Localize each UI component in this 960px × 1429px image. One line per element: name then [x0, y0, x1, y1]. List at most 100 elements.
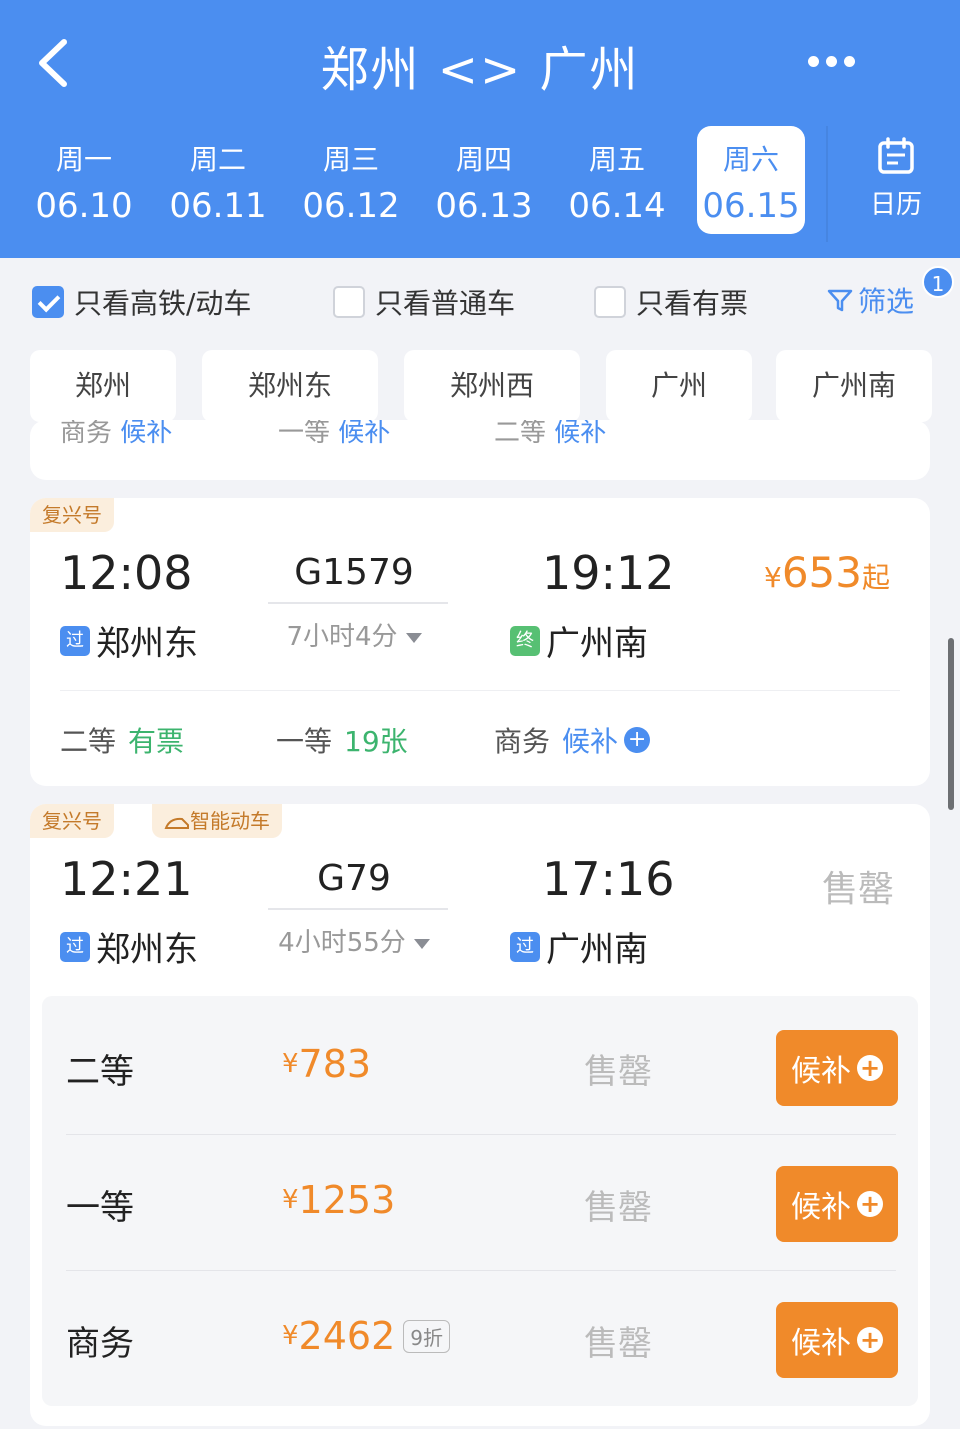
filter-count-badge: 1: [922, 266, 954, 298]
plus-icon: +: [624, 727, 651, 753]
waitlist-button[interactable]: 候补 +: [776, 1302, 898, 1378]
normal-only-checkbox[interactable]: 只看普通车: [333, 282, 515, 322]
duration-text: 4小时55分: [278, 928, 406, 958]
station-chip-zhengzhouxi[interactable]: 郑州西: [404, 350, 580, 422]
seat-class-label: 商务: [66, 1324, 134, 1364]
funnel-icon: [827, 289, 853, 312]
seat-second-class: 二等 有票: [60, 725, 185, 758]
depart-station: 过 郑州东: [60, 616, 198, 665]
screen-button[interactable]: 筛选: [826, 280, 914, 320]
checkbox-label: 只看高铁/动车: [74, 287, 252, 320]
date-strip: 周一 06.10 周二 06.11 周三 06.12 周四 06.13 周五 0…: [0, 126, 960, 242]
more-button[interactable]: [808, 52, 868, 72]
duration-text: 7小时4分: [286, 622, 398, 652]
date-tab-0610[interactable]: 周一 06.10: [30, 126, 138, 234]
available-only-checkbox[interactable]: 只看有票: [594, 282, 748, 322]
checkbox-empty-icon: [594, 286, 626, 318]
station-chip-guangzhounan[interactable]: 广州南: [776, 350, 932, 422]
weekday-label: 周二: [189, 143, 246, 176]
train-icon: [164, 817, 189, 829]
depart-time: 12:21: [60, 852, 193, 906]
station-name: 广州南: [546, 930, 648, 970]
date-tab-0612[interactable]: 周三 06.12: [297, 126, 405, 234]
date-label: 06.11: [169, 186, 267, 226]
checkbox-checked-icon: [32, 286, 64, 318]
plus-icon: +: [857, 1327, 883, 1353]
date-tab-0615[interactable]: 周六 06.15: [697, 126, 805, 234]
checkbox-label: 只看有票: [636, 287, 749, 320]
scrollbar[interactable]: [948, 638, 954, 810]
duration-toggle[interactable]: 7小时4分: [264, 616, 444, 653]
date-label: 06.10: [35, 186, 133, 226]
terminal-mark-icon: 终: [510, 625, 540, 656]
seat-price-panel: 二等 ¥783 售罄 候补 + 一等 ¥1253 售罄 候补 + 商务 ¥2462 9…: [42, 996, 918, 1406]
seat-status: 售罄: [584, 1052, 652, 1092]
weekday-label: 周六: [722, 143, 779, 176]
seat-status: 售罄: [584, 1188, 652, 1228]
dot-icon: [844, 56, 855, 67]
arrive-station: 过 广州南: [510, 922, 648, 971]
weekday-label: 周五: [588, 143, 645, 176]
smart-train-tag: 智能动车: [152, 804, 282, 838]
duration-toggle[interactable]: 4小时55分: [264, 922, 444, 959]
station-chip-zhengzhou[interactable]: 郑州: [30, 350, 176, 422]
high-speed-only-checkbox[interactable]: 只看高铁/动车: [32, 282, 251, 322]
date-tab-0611[interactable]: 周二 06.11: [164, 126, 272, 234]
dot-icon: [808, 56, 819, 67]
filter-bar: 只看高铁/动车 只看普通车 只看有票 筛选: [0, 260, 960, 340]
date-tab-0614[interactable]: 周五 06.14: [563, 126, 671, 234]
dot-icon: [826, 56, 837, 67]
weekday-label: 周一: [55, 143, 112, 176]
waitlist-button[interactable]: 候补 +: [776, 1030, 898, 1106]
start-price: ¥653起: [764, 548, 891, 597]
seat-status: 售罄: [584, 1324, 652, 1364]
screen-label: 筛选: [858, 285, 915, 318]
discount-badge: 9折: [403, 1319, 450, 1353]
train-type-tag: 复兴号: [30, 498, 114, 532]
arrive-station: 终 广州南: [510, 616, 648, 665]
station-name: 广州南: [546, 624, 648, 664]
plus-icon: +: [857, 1055, 883, 1081]
pass-mark-icon: 过: [60, 625, 90, 656]
seat-class-label: 二等: [66, 1052, 134, 1092]
seat-row-business-class: 商务 ¥2462 9折 售罄 候补 +: [42, 1270, 918, 1406]
date-tab-0613[interactable]: 周四 06.13: [430, 126, 538, 234]
arrive-time: 19:12: [542, 546, 675, 600]
seat-first-class: 一等 19张: [276, 725, 408, 758]
seat-row-first-class: 一等 ¥1253 售罄 候补 +: [42, 1134, 918, 1270]
weekday-label: 周三: [322, 143, 379, 176]
card-divider: [60, 690, 900, 691]
checkbox-empty-icon: [333, 286, 365, 318]
calendar-button[interactable]: 日历: [848, 136, 944, 221]
seat-price: ¥1253: [282, 1178, 396, 1222]
train-card-partial[interactable]: 商务 候补 一等 候补 二等 候补: [30, 420, 930, 480]
station-chips: 郑州 郑州东 郑州西 广州 广州南: [0, 350, 960, 424]
seat-class-label: 一等: [66, 1188, 134, 1228]
train-number: G79: [317, 858, 391, 899]
weekday-label: 周四: [455, 143, 512, 176]
calendar-icon: [878, 137, 914, 174]
depart-time: 12:08: [60, 546, 193, 600]
pass-mark-icon: 过: [60, 931, 90, 962]
train-type-tag: 复兴号: [30, 804, 114, 838]
waitlist-button[interactable]: 候补 +: [776, 1166, 898, 1242]
seat-status: 商务 候补: [60, 420, 173, 448]
station-chip-zhengzhoudong[interactable]: 郑州东: [202, 350, 378, 422]
train-number: G1579: [294, 552, 414, 593]
seat-price: ¥2462 9折: [282, 1314, 450, 1358]
station-name: 郑州东: [96, 930, 198, 970]
seat-row-second-class: 二等 ¥783 售罄 候补 +: [42, 998, 918, 1134]
seat-status: 二等 候补: [494, 420, 607, 448]
calendar-label: 日历: [869, 190, 922, 220]
sold-out-status: 售罄: [822, 869, 895, 910]
station-name: 郑州东: [96, 624, 198, 664]
route-line: [268, 602, 448, 604]
train-card-g1579[interactable]: 复兴号 12:08 过 郑州东 G1579 7小时4分 19:12 终 广州南 …: [30, 498, 930, 786]
route-line: [268, 908, 448, 910]
station-chip-guangzhou[interactable]: 广州: [606, 350, 752, 422]
seat-status: 一等 候补: [278, 420, 391, 448]
train-card-g79[interactable]: 复兴号 智能动车 12:21 过 郑州东 G79 4小时55分 17:16 过 …: [30, 804, 930, 1426]
arrive-time: 17:16: [542, 852, 675, 906]
seat-business-class[interactable]: 商务 候补 +: [494, 720, 651, 760]
date-label: 06.14: [568, 186, 666, 226]
